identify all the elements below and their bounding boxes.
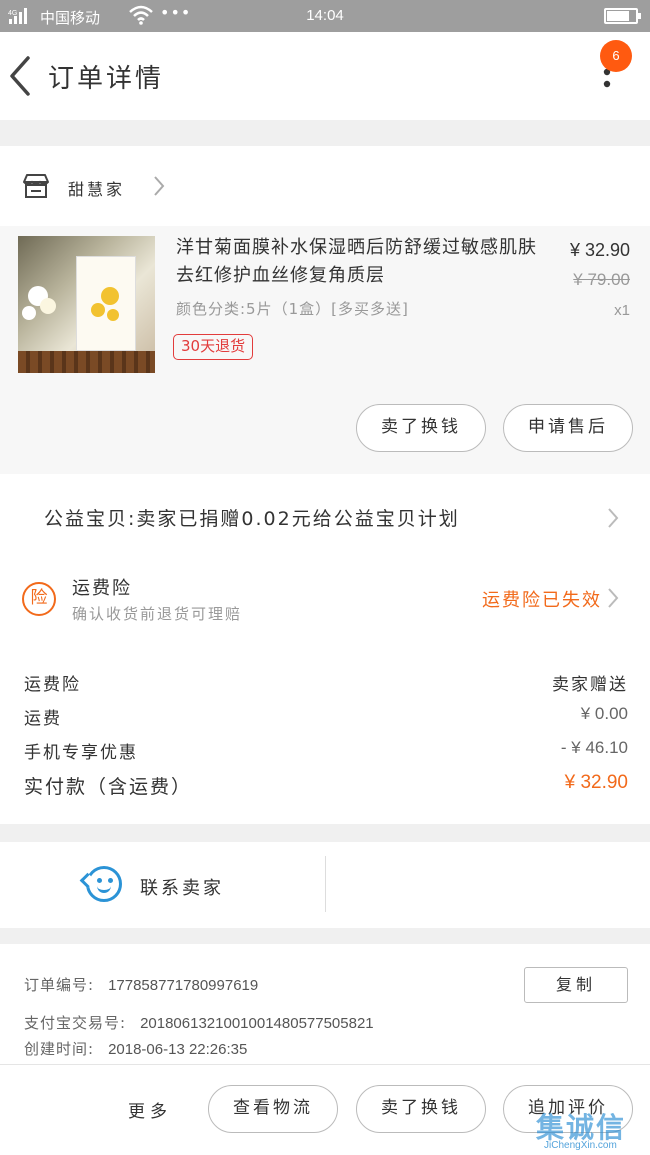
status-bar: 4G 中国移动 ••• 14:04	[0, 0, 650, 32]
insurance-icon: 险	[22, 582, 56, 616]
created-time: 2018-06-13 22:26:35	[108, 1041, 248, 1058]
page-title: 订单详情	[48, 64, 165, 94]
shop-row[interactable]: 甜慧家	[0, 146, 650, 226]
sell-item-button[interactable]: 卖了换钱	[356, 404, 486, 452]
back-arrow-icon[interactable]	[6, 54, 36, 98]
product-title[interactable]: 洋甘菊面膜补水保湿晒后防舒缓过敏感肌肤去红修护血丝修复角质层	[176, 234, 551, 290]
sell-again-button[interactable]: 卖了换钱	[356, 1085, 486, 1133]
insurance-subtitle: 确认收货前退货可理赔	[72, 605, 243, 623]
total-label: 实付款（含运费）	[24, 776, 193, 798]
notification-badge[interactable]: 6	[600, 40, 632, 72]
chevron-right-icon	[606, 506, 620, 534]
order-info: 订单编号: 1778587717809976​19 支付宝交易号: 20180613…	[0, 944, 650, 1064]
status-time: 14:04	[306, 7, 344, 24]
fee-value: ¥ 0.00	[580, 704, 628, 723]
return-policy-tag: 30天退货	[173, 334, 254, 360]
fee-label: 运费	[24, 709, 62, 729]
order-item[interactable]: 洋甘菊面膜补水保湿晒后防舒缓过敏感肌肤去红修护血丝修复角质层 颜色分类:5片（1…	[0, 226, 650, 474]
contact-bar: 联系卖家	[0, 842, 650, 928]
created-time-label: 创建时间:	[24, 1040, 95, 1058]
store-icon	[22, 173, 50, 203]
order-number-label: 订单编号:	[24, 976, 95, 994]
fee-value: 卖家赠送	[552, 675, 628, 695]
created-time-row: 创建时间: 2018-06-13 22:26:35	[24, 1038, 247, 1059]
chat-face-icon[interactable]	[86, 866, 122, 902]
fee-value: - ¥ 46.10	[560, 738, 628, 757]
contact-seller-button[interactable]: 联系卖家	[140, 874, 224, 900]
product-sku: 颜色分类:5片（1盒）[多买多送]	[176, 300, 409, 318]
product-price: ¥ 32.90	[569, 240, 630, 260]
charity-row[interactable]: 公益宝贝:卖家已捐赠0.02元给公益宝贝计划	[0, 474, 650, 562]
battery-icon	[604, 8, 641, 24]
chevron-right-icon	[606, 586, 620, 614]
alipay-number-row: 支付宝交易号: 2018061321001001480577505821	[24, 1012, 374, 1033]
view-logistics-button[interactable]: 查看物流	[208, 1085, 338, 1133]
product-thumbnail[interactable]	[18, 236, 155, 373]
total-value: ¥ 32.90	[564, 772, 628, 793]
order-number-row: 订单编号: 1778587717809976​19	[24, 974, 258, 995]
shop-name[interactable]: 甜慧家	[68, 176, 125, 200]
after-sales-button[interactable]: 申请售后	[503, 404, 633, 452]
product-quantity: x1	[614, 302, 630, 319]
more-actions-button[interactable]: 更多	[128, 1097, 172, 1122]
watermark-logo: 集诚信 JiChengXin.com	[536, 1106, 650, 1154]
watermark-url: JiChengXin.com	[544, 1140, 617, 1151]
insurance-status: 运费险已失效	[482, 590, 602, 611]
fee-label: 手机专享优惠	[24, 743, 138, 763]
insurance-title: 运费险	[72, 578, 132, 599]
fee-label: 运费险	[24, 675, 81, 695]
shipping-insurance-row[interactable]: 险 运费险 确认收货前退货可理赔 运费险已失效	[0, 562, 650, 634]
nav-header: 订单详情 6	[0, 32, 650, 120]
charity-text: 公益宝贝:卖家已捐赠0.02元给公益宝贝计划	[44, 508, 460, 530]
alipay-number-label: 支付宝交易号:	[24, 1014, 127, 1032]
original-price: ¥ 79.00	[573, 270, 630, 289]
chevron-right-icon	[152, 174, 166, 202]
copy-button[interactable]: 复制	[524, 967, 628, 1003]
fee-summary: 运费险 卖家赠送 运费 ¥ 0.00 手机专享优惠 - ¥ 46.10 实付款（…	[0, 634, 650, 824]
order-number: 1778587717809976​19	[108, 977, 259, 994]
divider	[325, 856, 326, 912]
alipay-number: 2018061321001001480577505821	[140, 1015, 374, 1032]
